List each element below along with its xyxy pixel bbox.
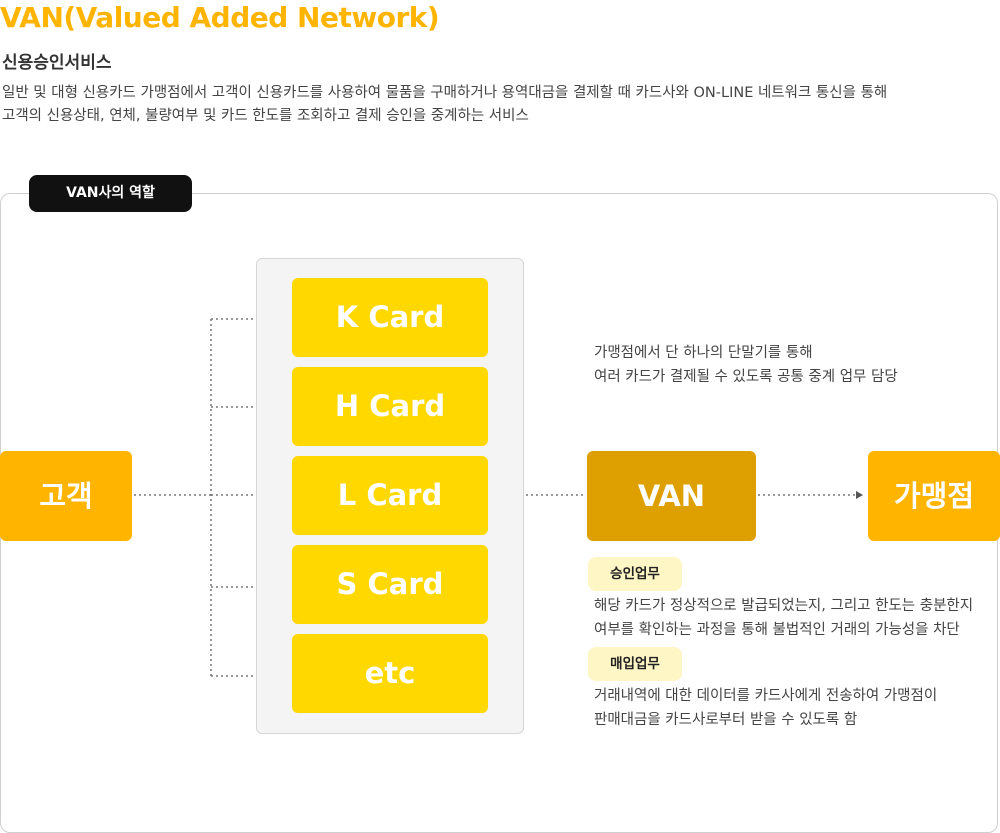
card-company-l-card: L Card: [292, 456, 488, 535]
purchase-duty-description: 거래내역에 대한 데이터를 카드사에게 전송하여 가맹점이 판매대금을 카드사로…: [594, 684, 937, 732]
approval-duty-tag: 승인업무: [588, 557, 682, 591]
card-company-etc: etc: [292, 634, 488, 713]
customer-node: 고객: [0, 451, 132, 541]
van-description-line: 가맹점에서 단 하나의 단말기를 통해: [594, 345, 813, 361]
purchase-duty-tag: 매입업무: [588, 647, 682, 681]
duty-description-line: 판매대금을 카드사로부터 받을 수 있도록 함: [594, 712, 858, 728]
duty-description-line: 여부를 확인하는 과정을 통해 불법적인 거래의 가능성을 차단: [594, 622, 960, 638]
van-description: 가맹점에서 단 하나의 단말기를 통해 여러 카드가 결제될 수 있도록 공통 …: [594, 341, 898, 389]
merchant-node: 가맹점: [868, 451, 1000, 541]
card-company-h-card: H Card: [292, 367, 488, 446]
card-company-k-card: K Card: [292, 278, 488, 357]
van-node: VAN: [587, 451, 756, 541]
duty-description-line: 해당 카드가 정상적으로 발급되었는지, 그리고 한도는 충분한지: [594, 598, 974, 614]
approval-duty-description: 해당 카드가 정상적으로 발급되었는지, 그리고 한도는 충분한지 여부를 확인…: [594, 594, 973, 642]
card-company-s-card: S Card: [292, 545, 488, 624]
van-description-line: 여러 카드가 결제될 수 있도록 공통 중계 업무 담당: [594, 369, 898, 385]
duty-description-line: 거래내역에 대한 데이터를 카드사에게 전송하여 가맹점이: [594, 688, 938, 704]
